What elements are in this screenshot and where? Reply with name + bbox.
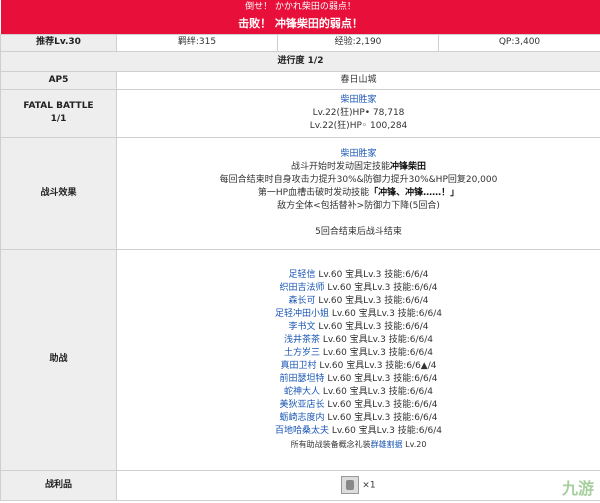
qp-value: QP:3,400 (438, 33, 600, 52)
servant-stats: Lv.60 宝具Lv.3 技能:6/6/4 (315, 269, 429, 280)
drop-item-icon[interactable] (341, 476, 360, 494)
servant-stats: Lv.60 宝具Lv.3 技能:6/6/4 (315, 295, 429, 306)
servant-stats: Lv.60 宝具Lv.3 技能:6/6/4 (324, 282, 438, 293)
battle-effect-label: 战斗效果 (0, 136, 117, 250)
loot-label: 战利品 (0, 469, 117, 501)
fatal-battle-count: 1/1 (50, 114, 67, 124)
servant-row: 真田卫村 Lv.60 宝具Lv.3 技能:6/6▲/4 (117, 360, 600, 373)
servant-row: 森长可 Lv.60 宝具Lv.3 技能:6/6/4 (117, 295, 600, 308)
effect-line-5: 5回合结束后战斗结束 (315, 226, 402, 237)
support-footer: 所有助战装备概念礼装群雄割据 Lv.20 (290, 439, 427, 449)
drop-item-count: ×1 (362, 480, 376, 491)
servant-stats: Lv.60 宝具Lv.3 技能:6/6/4 (319, 386, 434, 397)
location-name: 春日山城 (116, 70, 600, 90)
exp-value: 经验:2,190 (277, 33, 439, 52)
fatal-battle-label: FATAL BATTLE 1/1 (0, 88, 117, 138)
enemy-link[interactable]: 柴田胜家 (340, 95, 376, 105)
servant-list: 足轻信 Lv.60 宝具Lv.3 技能:6/6/4 织田吉法师 Lv.60 宝具L… (117, 269, 600, 438)
servant-link[interactable]: 浅井茶茶 (284, 335, 320, 345)
effect-line-4: 敌方全体<包括替补>防御力下降(5回合) (277, 200, 440, 211)
ap-label: AP5 (0, 70, 117, 90)
effect-line-1: 战斗开始时发动固定技能冲锋柴田 (290, 161, 427, 172)
servant-stats: Lv.60 宝具Lv.3 技能:6/6/4 (319, 347, 434, 358)
servant-row: 足轻信 Lv.60 宝具Lv.3 技能:6/6/4 (117, 269, 600, 282)
servant-row: 浅井茶茶 Lv.60 宝具Lv.3 技能:6/6/4 (117, 334, 600, 347)
progress-header: 进行度 1/2 (0, 50, 600, 72)
banner-title: 击败！ 冲锋柴田的弱点！ (0, 14, 600, 34)
servant-link[interactable]: 足轻冲田小姐 (275, 309, 329, 319)
servant-stats: Lv.60 宝具Lv.3 技能:6/6/4 (315, 321, 429, 332)
servant-row: 足轻冲田小姐 Lv.60 宝具Lv.3 技能:6/6/4 (117, 308, 600, 321)
servant-row: 土方岁三 Lv.60 宝具Lv.3 技能:6/6/4 (117, 347, 600, 360)
servant-link[interactable]: 蛇神大人 (284, 387, 320, 397)
servant-row: 织田吉法师 Lv.60 宝具Lv.3 技能:6/6/4 (117, 282, 600, 295)
enemy-hp-1: Lv.22(狂)HP• 78,718 (312, 107, 405, 118)
servant-row: 前田瑟坦特 Lv.60 宝具Lv.3 技能:6/6/4 (117, 373, 600, 386)
quest-table: 倒せ！ かかれ柴田の弱点！ 击败！ 冲锋柴田的弱点！ 推荐Lv.30 羁绊:31… (0, 0, 600, 501)
battle-effect-info: 柴田胜家 战斗开始时发动固定技能冲锋柴田 每回合结束时自身攻击力提升30%&防御… (116, 136, 600, 250)
servant-row: 蛇神大人 Lv.60 宝具Lv.3 技能:6/6/4 (117, 386, 600, 399)
servant-link[interactable]: 森长可 (288, 296, 315, 306)
banner-subtitle: 倒せ！ かかれ柴田の弱点！ (0, 0, 600, 14)
servant-stats: Lv.60 宝具Lv.3 技能:6/6/4 (324, 399, 438, 410)
effect-line-2: 每回合结束时自身攻击力提升30%&防御力提升30%&HP回复20,000 (219, 174, 498, 185)
servant-link[interactable]: 美狄亚店长 (279, 400, 324, 410)
enemy-hp-2: Lv.22(狂)HP◦ 100,284 (309, 120, 408, 131)
servant-stats: Lv.60 宝具Lv.3 技能:6/6/4 (328, 308, 443, 319)
bond-value: 羁绊:315 (116, 33, 278, 52)
effect-enemy-link[interactable]: 柴田胜家 (340, 149, 376, 159)
servant-link[interactable]: 织田吉法师 (279, 283, 324, 293)
servant-link[interactable]: 前田瑟坦特 (279, 374, 324, 384)
servant-link[interactable]: 百地哈桑太夫 (275, 426, 329, 436)
servant-row: 美狄亚店长 Lv.60 宝具Lv.3 技能:6/6/4 (117, 399, 600, 412)
servant-stats: Lv.60 宝具Lv.3 技能:6/6/4 (324, 373, 438, 384)
servant-link[interactable]: 土方岁三 (284, 348, 320, 358)
loot-items: ×1 (116, 469, 600, 501)
servant-link[interactable]: 真田卫村 (281, 361, 317, 371)
servant-stats: Lv.60 宝具Lv.3 技能:6/6/4 (319, 334, 434, 345)
servant-row: 蛎崎志度内 Lv.60 宝具Lv.3 技能:6/6/4 (117, 412, 600, 425)
craft-essence-link[interactable]: 群雄割据 (371, 440, 403, 449)
fatal-battle-info: 柴田胜家 Lv.22(狂)HP• 78,718 Lv.22(狂)HP◦ 100,… (116, 88, 600, 138)
servant-link[interactable]: 李书文 (288, 322, 315, 332)
servant-stats: Lv.60 宝具Lv.3 技能:6/6/4 (324, 412, 438, 423)
recommend-level: 推荐Lv.30 (0, 33, 117, 52)
fatal-battle-title: FATAL BATTLE (23, 101, 94, 111)
servant-row: 百地哈桑太夫 Lv.60 宝具Lv.3 技能:6/6/4 (117, 425, 600, 438)
servant-stats: Lv.60 宝具Lv.3 技能:6/6/4 (328, 425, 443, 436)
effect-line-3: 第一HP血槽击破时发动技能「冲锋、冲锋……！」 (257, 187, 460, 198)
servant-row: 李书文 Lv.60 宝具Lv.3 技能:6/6/4 (117, 321, 600, 334)
servant-link[interactable]: 足轻信 (288, 270, 315, 280)
support-label: 助战 (0, 248, 117, 471)
servant-stats: Lv.60 宝具Lv.3 技能:6/6▲/4 (316, 360, 437, 371)
servant-link[interactable]: 蛎崎志度内 (279, 413, 324, 423)
support-list: 足轻信 Lv.60 宝具Lv.3 技能:6/6/4 织田吉法师 Lv.60 宝具L… (116, 248, 600, 471)
